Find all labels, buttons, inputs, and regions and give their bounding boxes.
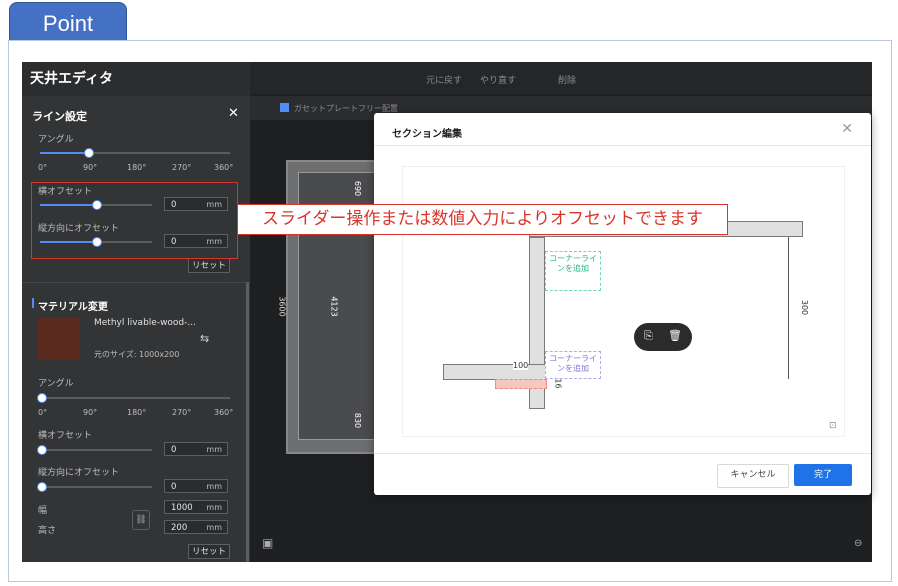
- callout-annotation: スライダー操作または数値入力によりオフセットできます: [237, 204, 728, 235]
- angle-tick: 0°: [38, 408, 48, 417]
- angle-slider-knob[interactable]: [84, 148, 94, 158]
- add-corner-line-bottom[interactable]: コーナーライ ンを追加: [545, 351, 601, 379]
- section-edit-dialog: セクション編集 ✕ コーナーライ ンを追加 コーナーライ ンを追加 100 16…: [374, 113, 871, 495]
- dim-100: 100: [513, 361, 529, 370]
- material-h-offset-track[interactable]: [40, 449, 152, 451]
- link-icon[interactable]: ⛓: [132, 510, 150, 530]
- angle-tick: 360°: [214, 408, 234, 417]
- angle-tick: 90°: [83, 163, 98, 172]
- material-v-offset-track[interactable]: [40, 486, 152, 488]
- action-pill: ⎘ 🗑: [634, 323, 692, 351]
- close-icon[interactable]: ✕: [841, 121, 853, 137]
- angle-tick: 270°: [172, 408, 192, 417]
- dim-3600: 3600: [277, 296, 287, 317]
- copy-icon[interactable]: ⎘: [644, 329, 653, 343]
- trash-icon[interactable]: 🗑: [668, 329, 682, 342]
- divider: [22, 282, 250, 283]
- cube-icon[interactable]: ▣: [262, 536, 273, 550]
- redo-button[interactable]: やり直す: [480, 73, 516, 86]
- zoom-icon[interactable]: ⊖: [854, 538, 862, 549]
- add-corner-line-top[interactable]: コーナーライ ンを追加: [545, 251, 601, 291]
- dim-830: 830: [353, 412, 363, 429]
- height-value: 200: [171, 523, 188, 533]
- fit-view-icon[interactable]: ⊡: [829, 421, 837, 431]
- bottom-profile[interactable]: [443, 364, 547, 380]
- material-h-offset-value: 0: [171, 445, 177, 455]
- material-v-offset-label: 縦方向にオフセット: [38, 468, 120, 478]
- width-input[interactable]: 1000 mm: [164, 500, 228, 514]
- angle-tick: 90°: [83, 408, 98, 417]
- divider: [374, 145, 871, 146]
- section-marker: [32, 298, 34, 308]
- cancel-button[interactable]: キャンセル: [717, 464, 789, 488]
- material-v-offset-input[interactable]: 0 mm: [164, 479, 228, 493]
- material-thumbnail[interactable]: [38, 318, 80, 360]
- line-settings-title: ライン設定: [32, 110, 87, 123]
- unit-label: mm: [206, 445, 222, 454]
- swap-icon[interactable]: ⇆: [200, 332, 209, 345]
- angle-tick: 180°: [127, 408, 147, 417]
- material-title: マテリアル変更: [38, 302, 108, 313]
- width-value: 1000: [171, 503, 193, 513]
- material-h-offset-knob[interactable]: [37, 445, 47, 455]
- width-label: 幅: [38, 506, 48, 516]
- material-name: Methyl livable-wood-...: [94, 318, 196, 328]
- offset-highlight: [495, 379, 547, 389]
- dim-4123: 4123: [329, 296, 339, 317]
- material-reset-button[interactable]: リセット: [188, 544, 230, 559]
- angle-fill: [40, 152, 88, 154]
- top-toolbar: 元に戻す やり直す 削除: [250, 62, 872, 94]
- left-panel: 天井エディタ ライン設定 ✕ アングル 0° 90° 180° 270° 360…: [22, 62, 250, 562]
- material-v-offset-value: 0: [171, 482, 177, 492]
- angle-tick: 180°: [127, 163, 147, 172]
- close-icon[interactable]: ✕: [228, 106, 239, 121]
- height-input[interactable]: 200 mm: [164, 520, 228, 534]
- delete-button[interactable]: 削除: [558, 73, 576, 86]
- app-title: 天井エディタ: [30, 71, 114, 87]
- angle-tick: 0°: [38, 163, 48, 172]
- panel-scrollbar[interactable]: [246, 282, 249, 562]
- height-label: 高さ: [38, 526, 57, 536]
- material-size: 元のサイズ: 1000x200: [94, 350, 180, 359]
- unit-label: mm: [206, 482, 222, 491]
- unit-label: mm: [206, 523, 222, 532]
- line-reset-button[interactable]: リセット: [188, 258, 230, 273]
- undo-button[interactable]: 元に戻す: [426, 73, 462, 86]
- done-button[interactable]: 完了: [794, 464, 852, 486]
- divider: [374, 453, 871, 454]
- material-v-offset-knob[interactable]: [37, 482, 47, 492]
- dim-16: 16: [553, 378, 563, 389]
- unit-label: mm: [206, 503, 222, 512]
- dim-300: 300: [800, 299, 810, 316]
- dialog-title: セクション編集: [392, 129, 462, 140]
- checkbox-icon[interactable]: [280, 103, 289, 112]
- angle-label: アングル: [38, 135, 74, 145]
- material-h-offset-label: 横オフセット: [38, 431, 93, 441]
- material-h-offset-input[interactable]: 0 mm: [164, 442, 228, 456]
- highlight-box: [31, 182, 238, 259]
- dimension-line: [788, 237, 789, 379]
- angle-tick: 270°: [172, 163, 192, 172]
- material-angle-knob[interactable]: [37, 393, 47, 403]
- material-angle-track[interactable]: [40, 397, 230, 399]
- material-angle-label: アングル: [38, 379, 74, 389]
- dim-690: 690: [353, 180, 363, 197]
- angle-tick: 360°: [214, 163, 234, 172]
